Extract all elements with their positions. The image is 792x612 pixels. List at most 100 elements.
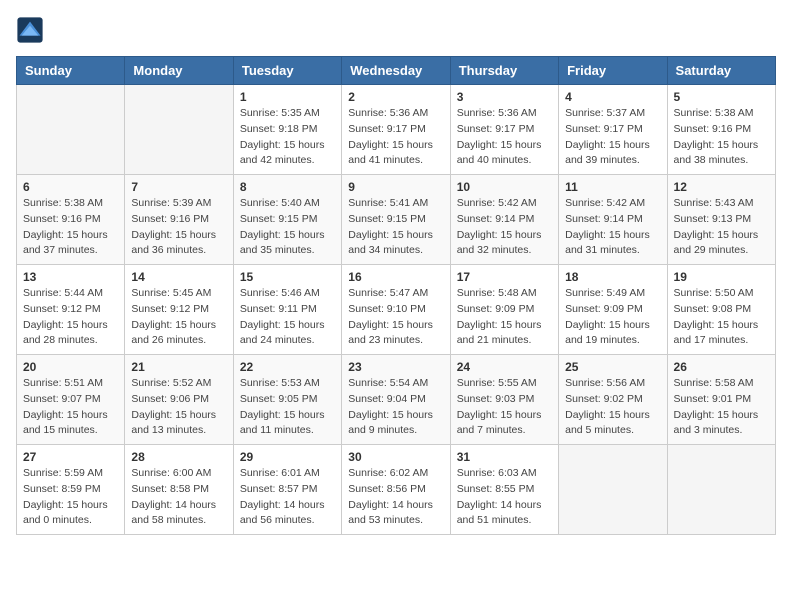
sunrise-text: Sunrise: 6:03 AM bbox=[457, 467, 537, 479]
daylight-text: Daylight: 15 hours and 23 minutes. bbox=[348, 319, 433, 347]
weekday-header: Wednesday bbox=[342, 57, 450, 85]
day-info: Sunrise: 6:01 AM Sunset: 8:57 PM Dayligh… bbox=[240, 466, 335, 529]
sunset-text: Sunset: 9:03 PM bbox=[457, 393, 535, 405]
calendar-cell: 21 Sunrise: 5:52 AM Sunset: 9:06 PM Dayl… bbox=[125, 355, 233, 445]
sunset-text: Sunset: 8:58 PM bbox=[131, 483, 209, 495]
day-number: 22 bbox=[240, 360, 335, 374]
weekday-header: Monday bbox=[125, 57, 233, 85]
day-number: 16 bbox=[348, 270, 443, 284]
day-info: Sunrise: 5:49 AM Sunset: 9:09 PM Dayligh… bbox=[565, 286, 660, 349]
day-number: 29 bbox=[240, 450, 335, 464]
sunset-text: Sunset: 8:56 PM bbox=[348, 483, 426, 495]
sunset-text: Sunset: 9:07 PM bbox=[23, 393, 101, 405]
calendar-week-row: 27 Sunrise: 5:59 AM Sunset: 8:59 PM Dayl… bbox=[17, 445, 776, 535]
daylight-text: Daylight: 15 hours and 9 minutes. bbox=[348, 409, 433, 437]
sunrise-text: Sunrise: 5:44 AM bbox=[23, 287, 103, 299]
daylight-text: Daylight: 15 hours and 28 minutes. bbox=[23, 319, 108, 347]
calendar-cell: 8 Sunrise: 5:40 AM Sunset: 9:15 PM Dayli… bbox=[233, 175, 341, 265]
day-info: Sunrise: 5:46 AM Sunset: 9:11 PM Dayligh… bbox=[240, 286, 335, 349]
sunset-text: Sunset: 9:10 PM bbox=[348, 303, 426, 315]
day-info: Sunrise: 6:00 AM Sunset: 8:58 PM Dayligh… bbox=[131, 466, 226, 529]
daylight-text: Daylight: 15 hours and 38 minutes. bbox=[674, 139, 759, 167]
day-info: Sunrise: 5:59 AM Sunset: 8:59 PM Dayligh… bbox=[23, 466, 118, 529]
day-number: 9 bbox=[348, 180, 443, 194]
sunrise-text: Sunrise: 5:42 AM bbox=[565, 197, 645, 209]
day-info: Sunrise: 5:39 AM Sunset: 9:16 PM Dayligh… bbox=[131, 196, 226, 259]
day-info: Sunrise: 5:53 AM Sunset: 9:05 PM Dayligh… bbox=[240, 376, 335, 439]
daylight-text: Daylight: 15 hours and 3 minutes. bbox=[674, 409, 759, 437]
sunset-text: Sunset: 9:05 PM bbox=[240, 393, 318, 405]
sunrise-text: Sunrise: 5:53 AM bbox=[240, 377, 320, 389]
calendar-cell bbox=[125, 85, 233, 175]
calendar-week-row: 6 Sunrise: 5:38 AM Sunset: 9:16 PM Dayli… bbox=[17, 175, 776, 265]
sunset-text: Sunset: 9:14 PM bbox=[457, 213, 535, 225]
daylight-text: Daylight: 15 hours and 35 minutes. bbox=[240, 229, 325, 257]
sunset-text: Sunset: 8:59 PM bbox=[23, 483, 101, 495]
day-number: 10 bbox=[457, 180, 552, 194]
logo-icon bbox=[16, 16, 44, 44]
sunset-text: Sunset: 9:17 PM bbox=[348, 123, 426, 135]
calendar-cell: 25 Sunrise: 5:56 AM Sunset: 9:02 PM Dayl… bbox=[559, 355, 667, 445]
calendar-cell: 20 Sunrise: 5:51 AM Sunset: 9:07 PM Dayl… bbox=[17, 355, 125, 445]
sunset-text: Sunset: 9:13 PM bbox=[674, 213, 752, 225]
day-info: Sunrise: 5:44 AM Sunset: 9:12 PM Dayligh… bbox=[23, 286, 118, 349]
sunrise-text: Sunrise: 5:50 AM bbox=[674, 287, 754, 299]
weekday-header: Tuesday bbox=[233, 57, 341, 85]
sunset-text: Sunset: 8:55 PM bbox=[457, 483, 535, 495]
day-info: Sunrise: 5:45 AM Sunset: 9:12 PM Dayligh… bbox=[131, 286, 226, 349]
sunrise-text: Sunrise: 5:38 AM bbox=[674, 107, 754, 119]
sunrise-text: Sunrise: 5:42 AM bbox=[457, 197, 537, 209]
sunrise-text: Sunrise: 5:52 AM bbox=[131, 377, 211, 389]
sunrise-text: Sunrise: 5:39 AM bbox=[131, 197, 211, 209]
day-info: Sunrise: 5:38 AM Sunset: 9:16 PM Dayligh… bbox=[674, 106, 769, 169]
daylight-text: Daylight: 15 hours and 41 minutes. bbox=[348, 139, 433, 167]
calendar-cell: 4 Sunrise: 5:37 AM Sunset: 9:17 PM Dayli… bbox=[559, 85, 667, 175]
day-number: 28 bbox=[131, 450, 226, 464]
day-number: 4 bbox=[565, 90, 660, 104]
daylight-text: Daylight: 15 hours and 26 minutes. bbox=[131, 319, 216, 347]
daylight-text: Daylight: 15 hours and 0 minutes. bbox=[23, 499, 108, 527]
day-info: Sunrise: 6:02 AM Sunset: 8:56 PM Dayligh… bbox=[348, 466, 443, 529]
calendar-cell: 27 Sunrise: 5:59 AM Sunset: 8:59 PM Dayl… bbox=[17, 445, 125, 535]
sunrise-text: Sunrise: 5:55 AM bbox=[457, 377, 537, 389]
day-number: 19 bbox=[674, 270, 769, 284]
calendar-cell: 18 Sunrise: 5:49 AM Sunset: 9:09 PM Dayl… bbox=[559, 265, 667, 355]
day-info: Sunrise: 5:43 AM Sunset: 9:13 PM Dayligh… bbox=[674, 196, 769, 259]
calendar-cell: 2 Sunrise: 5:36 AM Sunset: 9:17 PM Dayli… bbox=[342, 85, 450, 175]
daylight-text: Daylight: 14 hours and 56 minutes. bbox=[240, 499, 325, 527]
sunset-text: Sunset: 9:12 PM bbox=[131, 303, 209, 315]
sunset-text: Sunset: 9:14 PM bbox=[565, 213, 643, 225]
day-number: 21 bbox=[131, 360, 226, 374]
sunrise-text: Sunrise: 6:02 AM bbox=[348, 467, 428, 479]
day-info: Sunrise: 5:51 AM Sunset: 9:07 PM Dayligh… bbox=[23, 376, 118, 439]
weekday-header: Saturday bbox=[667, 57, 775, 85]
day-number: 8 bbox=[240, 180, 335, 194]
day-info: Sunrise: 5:38 AM Sunset: 9:16 PM Dayligh… bbox=[23, 196, 118, 259]
day-info: Sunrise: 5:37 AM Sunset: 9:17 PM Dayligh… bbox=[565, 106, 660, 169]
sunset-text: Sunset: 9:04 PM bbox=[348, 393, 426, 405]
day-info: Sunrise: 5:35 AM Sunset: 9:18 PM Dayligh… bbox=[240, 106, 335, 169]
daylight-text: Daylight: 15 hours and 37 minutes. bbox=[23, 229, 108, 257]
day-number: 17 bbox=[457, 270, 552, 284]
sunrise-text: Sunrise: 5:46 AM bbox=[240, 287, 320, 299]
daylight-text: Daylight: 15 hours and 21 minutes. bbox=[457, 319, 542, 347]
sunrise-text: Sunrise: 5:36 AM bbox=[348, 107, 428, 119]
daylight-text: Daylight: 15 hours and 24 minutes. bbox=[240, 319, 325, 347]
day-info: Sunrise: 5:36 AM Sunset: 9:17 PM Dayligh… bbox=[348, 106, 443, 169]
sunset-text: Sunset: 9:17 PM bbox=[457, 123, 535, 135]
daylight-text: Daylight: 15 hours and 36 minutes. bbox=[131, 229, 216, 257]
day-info: Sunrise: 5:52 AM Sunset: 9:06 PM Dayligh… bbox=[131, 376, 226, 439]
calendar-cell: 14 Sunrise: 5:45 AM Sunset: 9:12 PM Dayl… bbox=[125, 265, 233, 355]
calendar-cell: 10 Sunrise: 5:42 AM Sunset: 9:14 PM Dayl… bbox=[450, 175, 558, 265]
sunrise-text: Sunrise: 5:49 AM bbox=[565, 287, 645, 299]
daylight-text: Daylight: 15 hours and 17 minutes. bbox=[674, 319, 759, 347]
day-number: 18 bbox=[565, 270, 660, 284]
daylight-text: Daylight: 15 hours and 19 minutes. bbox=[565, 319, 650, 347]
daylight-text: Daylight: 14 hours and 51 minutes. bbox=[457, 499, 542, 527]
calendar-cell: 7 Sunrise: 5:39 AM Sunset: 9:16 PM Dayli… bbox=[125, 175, 233, 265]
weekday-header: Thursday bbox=[450, 57, 558, 85]
day-info: Sunrise: 6:03 AM Sunset: 8:55 PM Dayligh… bbox=[457, 466, 552, 529]
day-info: Sunrise: 5:48 AM Sunset: 9:09 PM Dayligh… bbox=[457, 286, 552, 349]
day-info: Sunrise: 5:54 AM Sunset: 9:04 PM Dayligh… bbox=[348, 376, 443, 439]
sunrise-text: Sunrise: 5:48 AM bbox=[457, 287, 537, 299]
